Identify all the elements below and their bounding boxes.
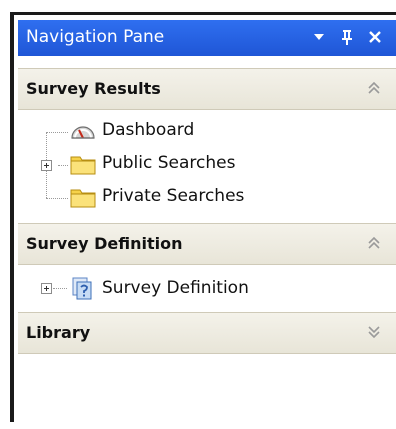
section-label-survey-definition: Survey Definition bbox=[26, 234, 183, 253]
gauge-icon bbox=[71, 126, 95, 139]
navigation-pane-titlebar: Navigation Pane bbox=[18, 20, 396, 56]
tree-connector-line bbox=[46, 132, 68, 133]
section-header-library[interactable]: Library bbox=[18, 312, 396, 354]
section-label-library: Library bbox=[26, 323, 91, 342]
tree-item-dashboard[interactable]: Dashboard bbox=[102, 120, 194, 140]
section-header-survey-definition[interactable]: Survey Definition bbox=[18, 223, 396, 265]
tree-item-public-searches[interactable]: Public Searches bbox=[102, 153, 235, 173]
double-chevron-up-icon[interactable] bbox=[366, 235, 382, 251]
tree-connector-line bbox=[58, 165, 68, 166]
tree-item-private-searches[interactable]: Private Searches bbox=[102, 186, 244, 206]
tree-connector-line bbox=[46, 198, 68, 199]
double-chevron-down-icon[interactable] bbox=[366, 324, 382, 340]
tree-connector-line bbox=[53, 288, 67, 289]
navigation-pane: Navigation Pane Survey Results Dashboard… bbox=[18, 20, 396, 422]
close-icon bbox=[369, 31, 381, 43]
window-frame-left bbox=[10, 12, 14, 422]
folder-icon bbox=[70, 156, 96, 175]
tree-item-survey-definition[interactable]: Survey Definition bbox=[102, 278, 249, 298]
expand-toggle-survey-definition[interactable] bbox=[41, 283, 52, 294]
pin-button[interactable] bbox=[336, 25, 358, 49]
survey-document-icon bbox=[72, 277, 92, 300]
folder-icon bbox=[70, 189, 96, 208]
section-header-survey-results[interactable]: Survey Results bbox=[18, 68, 396, 110]
close-button[interactable] bbox=[364, 25, 386, 49]
chevron-down-icon bbox=[314, 34, 324, 40]
double-chevron-up-icon[interactable] bbox=[366, 80, 382, 96]
pin-icon bbox=[342, 30, 352, 45]
pane-title: Navigation Pane bbox=[26, 27, 165, 47]
section-label-survey-results: Survey Results bbox=[26, 79, 161, 98]
pane-options-button[interactable] bbox=[308, 25, 330, 49]
window-frame-top bbox=[10, 12, 396, 15]
expand-toggle-public-searches[interactable] bbox=[41, 160, 52, 171]
